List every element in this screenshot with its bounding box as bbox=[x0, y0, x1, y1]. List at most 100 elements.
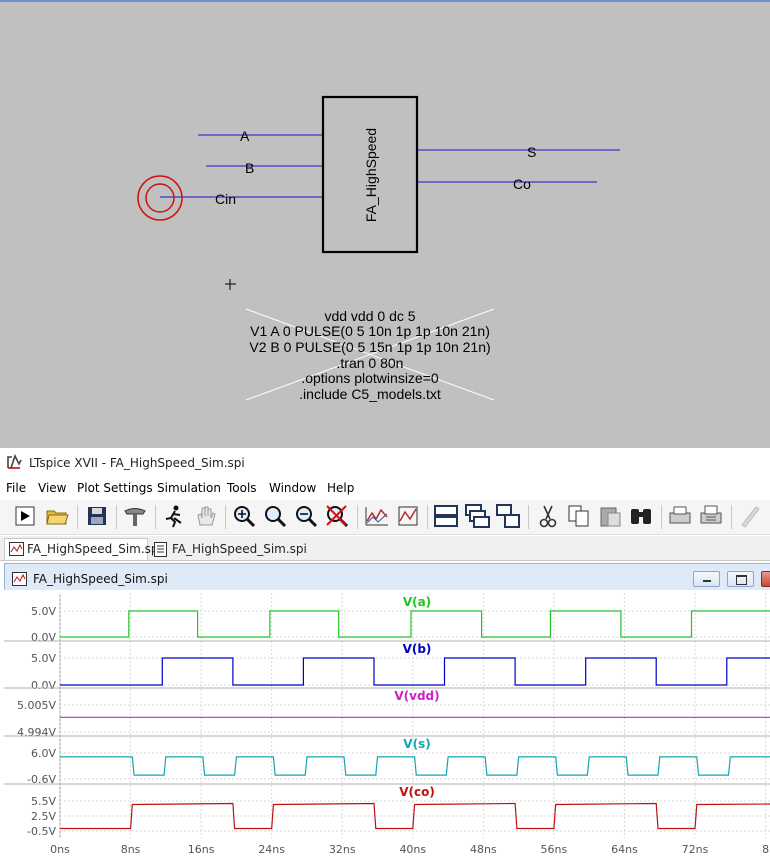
toolbar-separator bbox=[77, 505, 78, 529]
y-tick-label: 5.0V bbox=[31, 652, 56, 665]
menu-plot-settings[interactable]: Plot Settings bbox=[77, 481, 153, 495]
copy-icon[interactable] bbox=[566, 503, 592, 529]
menu-view[interactable]: View bbox=[38, 481, 66, 495]
x-tick-label: 40ns bbox=[399, 843, 426, 856]
toolbar-separator bbox=[427, 505, 428, 529]
directive-line: .tran 0 80n bbox=[337, 355, 404, 371]
toolbar-separator bbox=[225, 505, 226, 529]
toolbar-separator bbox=[731, 505, 732, 529]
zoom-out-icon[interactable] bbox=[293, 503, 319, 529]
run-icon[interactable] bbox=[12, 503, 38, 529]
x-tick-label: 64ns bbox=[611, 843, 638, 856]
restore-button[interactable] bbox=[727, 571, 754, 587]
plot-window-title-bar[interactable]: FA_HighSpeed_Sim.spi bbox=[5, 564, 770, 590]
y-tick-label: 2.5V bbox=[31, 810, 56, 823]
app-title-bar[interactable]: LTspice XVII - FA_HighSpeed_Sim.spi bbox=[0, 450, 770, 476]
probe-cursor-icon bbox=[137, 175, 183, 221]
halt-icon[interactable] bbox=[161, 503, 187, 529]
netlist-icon bbox=[154, 542, 167, 557]
toolbar-separator bbox=[528, 505, 529, 529]
pan-icon[interactable] bbox=[192, 503, 218, 529]
y-tick-label: 4.994V bbox=[17, 726, 56, 739]
menu-bar: File View Plot Settings Simulation Tools… bbox=[0, 478, 770, 498]
menu-simulation[interactable]: Simulation bbox=[157, 481, 221, 495]
x-tick-label: 72ns bbox=[682, 843, 709, 856]
toolbar-separator bbox=[661, 505, 662, 529]
y-tick-label: -0.5V bbox=[27, 825, 56, 838]
document-tabs: FA_HighSpeed_Sim.spi FA_HighSpeed_Sim.sp… bbox=[0, 536, 770, 561]
y-tick-label: 5.005V bbox=[17, 699, 56, 712]
print-icon[interactable] bbox=[698, 503, 724, 529]
waveform-icon bbox=[9, 542, 24, 556]
pin-label-b: B bbox=[245, 160, 254, 176]
y-tick-label: 5.0V bbox=[31, 605, 56, 618]
trace-name: V(vdd) bbox=[394, 689, 439, 703]
menu-help[interactable]: Help bbox=[327, 481, 354, 495]
pin-label-co: Co bbox=[513, 176, 531, 192]
trace-vb bbox=[60, 657, 770, 686]
tab-waveform[interactable]: FA_HighSpeed_Sim.spi bbox=[4, 538, 162, 560]
control-panel-icon[interactable] bbox=[122, 503, 148, 529]
menu-window[interactable]: Window bbox=[269, 481, 316, 495]
minimize-button[interactable] bbox=[693, 571, 720, 587]
directive-line: V2 B 0 PULSE(0 5 15n 1p 1p 10n 21n) bbox=[249, 339, 490, 355]
trace-name: V(a) bbox=[403, 595, 431, 609]
component-label: FA_HighSpeed bbox=[363, 128, 379, 222]
save-icon[interactable] bbox=[84, 503, 110, 529]
zoom-full-icon[interactable] bbox=[262, 503, 288, 529]
x-tick-label: 56ns bbox=[541, 843, 568, 856]
y-tick-label: 0.0V bbox=[31, 679, 56, 692]
directive-line: V1 A 0 PULSE(0 5 10n 1p 1p 10n 21n) bbox=[250, 323, 490, 339]
directive-line: .options plotwinsize=0 bbox=[301, 370, 439, 386]
autorange-icon[interactable] bbox=[364, 503, 390, 529]
y-tick-label: 0.0V bbox=[31, 631, 56, 644]
x-tick-label: 24ns bbox=[258, 843, 285, 856]
waveform-icon bbox=[12, 572, 27, 586]
cascade-icon[interactable] bbox=[464, 503, 490, 529]
x-tick-label: 0ns bbox=[50, 843, 70, 856]
trace-name: V(co) bbox=[399, 785, 435, 799]
window-title: LTspice XVII - FA_HighSpeed_Sim.spi bbox=[29, 456, 245, 470]
tab-label: FA_HighSpeed_Sim.spi bbox=[27, 542, 162, 556]
zoom-cancel-icon[interactable] bbox=[324, 503, 350, 529]
menu-tools[interactable]: Tools bbox=[227, 481, 257, 495]
cut-icon[interactable] bbox=[535, 503, 561, 529]
open-icon[interactable] bbox=[44, 503, 70, 529]
toolbar bbox=[0, 500, 770, 535]
print-preview-icon[interactable] bbox=[667, 503, 693, 529]
trace-name: V(s) bbox=[403, 737, 430, 751]
spice-directive[interactable]: vdd vdd 0 dc 5 V1 A 0 PULSE(0 5 10n 1p 1… bbox=[249, 308, 490, 402]
waveform-chart[interactable]: 0ns 8ns 16ns 24ns 32ns 40ns 48ns 56ns 64ns 72ns 8 5… bbox=[4, 590, 770, 867]
trace-name: V(b) bbox=[403, 642, 432, 656]
tab-netlist[interactable]: FA_HighSpeed_Sim.spi bbox=[150, 539, 307, 559]
trace-va bbox=[60, 610, 770, 638]
toolbar-separator bbox=[155, 505, 156, 529]
tile-horizontal-icon[interactable] bbox=[433, 503, 459, 529]
y-tick-label: 5.5V bbox=[31, 795, 56, 808]
ltspice-logo-icon bbox=[7, 454, 22, 469]
x-tick-label: 32ns bbox=[329, 843, 356, 856]
find-icon[interactable] bbox=[628, 503, 654, 529]
x-tick-label: 16ns bbox=[188, 843, 215, 856]
tile-vertical-icon[interactable] bbox=[495, 503, 521, 529]
schematic-drawing: FA_HighSpeed A B Cin S Co vdd vdd 0 dc 5… bbox=[137, 95, 620, 402]
toolbar-separator bbox=[357, 505, 358, 529]
edit-icon[interactable] bbox=[737, 503, 763, 529]
pin-label-s: S bbox=[527, 144, 536, 160]
directive-line: vdd vdd 0 dc 5 bbox=[324, 308, 415, 324]
tab-label: FA_HighSpeed_Sim.spi bbox=[172, 542, 307, 556]
x-tick-label: 8ns bbox=[121, 843, 141, 856]
toolbar-separator bbox=[116, 505, 117, 529]
waveform-plot[interactable]: 0ns 8ns 16ns 24ns 32ns 40ns 48ns 56ns 64ns 72ns 8 5… bbox=[4, 590, 770, 867]
menu-file[interactable]: File bbox=[6, 481, 26, 495]
paste-icon[interactable] bbox=[597, 503, 623, 529]
pin-label-a: A bbox=[240, 128, 250, 144]
zoom-in-icon[interactable] bbox=[231, 503, 257, 529]
probe-cursor-inner bbox=[145, 183, 175, 213]
close-button[interactable] bbox=[761, 571, 770, 587]
schematic-canvas[interactable]: FA_HighSpeed A B Cin S Co vdd vdd 0 dc 5… bbox=[0, 0, 770, 448]
trace-vs bbox=[60, 756, 770, 776]
manual-limits-icon[interactable] bbox=[395, 503, 421, 529]
directive-line: .include C5_models.txt bbox=[299, 386, 441, 402]
x-tick-label: 8 bbox=[762, 843, 769, 856]
